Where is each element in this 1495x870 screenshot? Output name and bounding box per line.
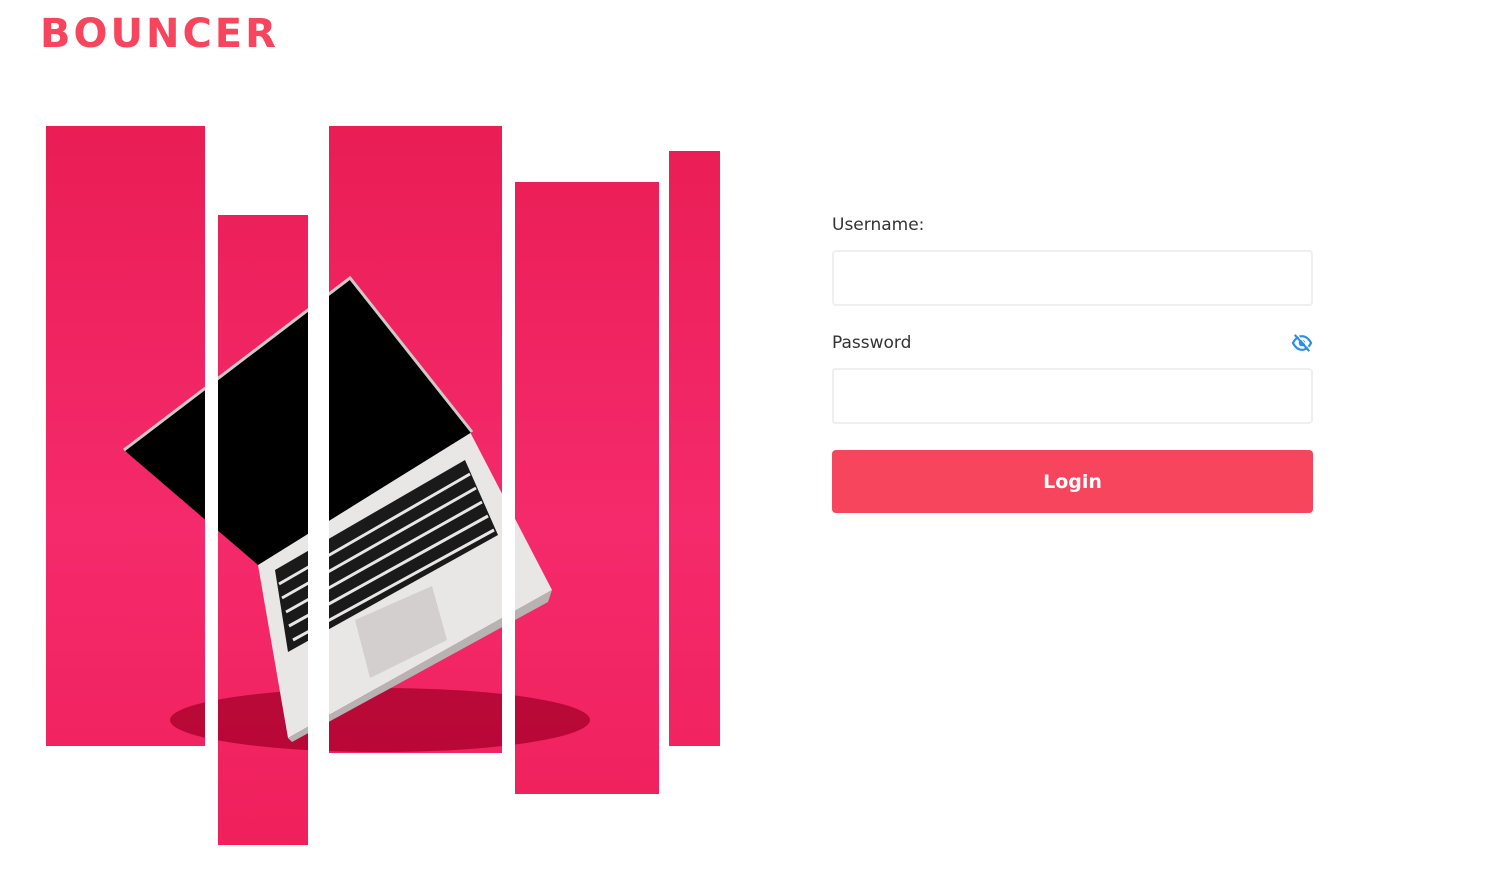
login-button[interactable]: Login [832, 450, 1313, 513]
username-label: Username: [832, 215, 925, 235]
password-label-row: Password [832, 330, 1313, 356]
hero-illustration [46, 126, 720, 845]
password-label: Password [832, 333, 912, 353]
eye-slash-icon[interactable] [1291, 333, 1313, 353]
username-input[interactable] [832, 250, 1313, 306]
password-input[interactable] [832, 368, 1313, 424]
login-form: Username: Password Login [832, 212, 1313, 513]
login-page: BOUNCER Username: Password Login [0, 0, 1495, 870]
